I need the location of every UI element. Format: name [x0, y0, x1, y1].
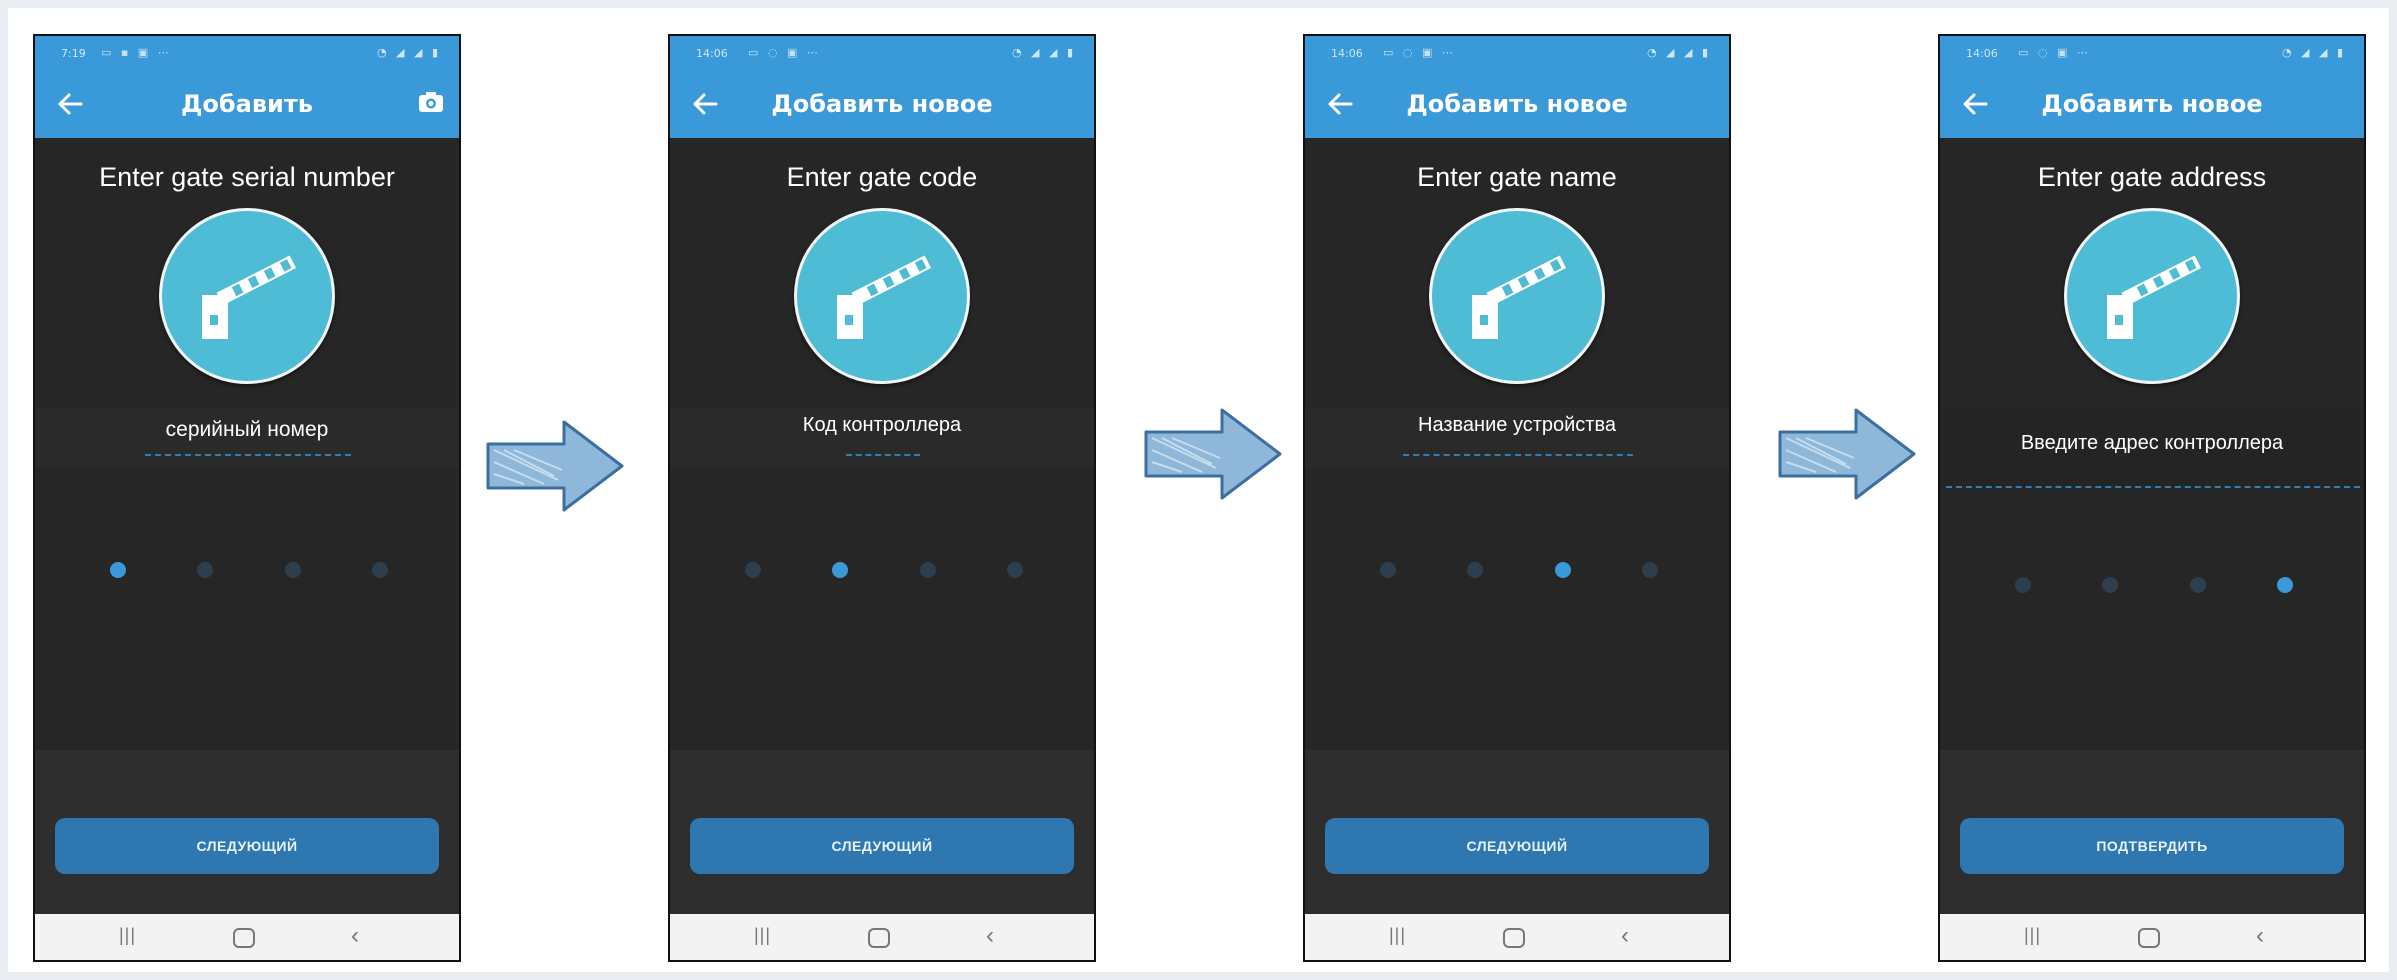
nav-back-icon[interactable]: ‹ — [986, 922, 994, 950]
next-button[interactable]: СЛЕДУЮЩИЙ — [690, 818, 1074, 874]
signal-battery-icons: ◔ ◢ ◢ ▮ — [376, 46, 441, 59]
step-dot-1 — [2015, 577, 2031, 593]
home-icon[interactable] — [233, 928, 255, 948]
step-dot-3 — [920, 562, 936, 578]
input-underline — [846, 454, 920, 456]
page-title: Добавить — [181, 90, 313, 118]
input-underline — [1403, 454, 1633, 456]
nav-back-icon[interactable]: ‹ — [1621, 922, 1629, 950]
status-time: 14:06 — [696, 47, 728, 60]
status-bar: 7:19 ▭ ▪ ▣ ⋯ ◔ ◢ ◢ ▮ — [35, 36, 459, 70]
home-icon[interactable] — [868, 928, 890, 948]
step-indicator — [1940, 577, 2364, 597]
home-icon[interactable] — [1503, 928, 1525, 948]
step-indicator — [1305, 562, 1729, 582]
step-dot-3 — [1555, 562, 1571, 578]
app-bar: Добавить — [35, 70, 459, 138]
signal-battery-icons: ◔ ◢ ◢ ▮ — [2281, 46, 2346, 59]
status-bar: 14:06 ▭ ◌ ▣ ⋯ ◔ ◢ ◢ ▮ — [670, 36, 1094, 70]
controller-address-input[interactable]: Введите адрес контроллера — [1940, 432, 2364, 455]
app-bar: Добавить новое — [670, 70, 1094, 138]
step-dot-1 — [110, 562, 126, 578]
step-indicator — [35, 562, 459, 582]
right-arrow-icon — [1144, 408, 1282, 500]
input-underline — [145, 454, 351, 456]
status-time: 14:06 — [1331, 47, 1363, 60]
next-button[interactable]: СЛЕДУЮЩИЙ — [55, 818, 439, 874]
home-icon[interactable] — [2138, 928, 2160, 948]
system-nav-bar: ||| ‹ — [1305, 914, 1729, 960]
signal-battery-icons: ◔ ◢ ◢ ▮ — [1646, 46, 1711, 59]
step-dot-2 — [832, 562, 848, 578]
step-dot-3 — [285, 562, 301, 578]
camera-icon[interactable] — [417, 90, 445, 114]
step-dot-3 — [2190, 577, 2206, 593]
app-bar: Добавить новое — [1940, 70, 2364, 138]
page-title: Добавить новое — [2041, 90, 2263, 118]
step-dot-4 — [372, 562, 388, 578]
step-dot-4 — [2277, 577, 2293, 593]
barrier-gate-icon — [1429, 208, 1605, 384]
page-title: Добавить новое — [1406, 90, 1628, 118]
step-dot-2 — [197, 562, 213, 578]
recent-apps-icon[interactable]: ||| — [754, 925, 771, 946]
notification-icons: ▭ ◌ ▣ ⋯ — [1383, 46, 1456, 59]
controller-code-input[interactable]: Код контроллера — [670, 414, 1094, 437]
status-time: 7:19 — [61, 47, 86, 60]
recent-apps-icon[interactable]: ||| — [2024, 925, 2041, 946]
next-button[interactable]: СЛЕДУЮЩИЙ — [1325, 818, 1709, 874]
recent-apps-icon[interactable]: ||| — [119, 925, 136, 946]
system-nav-bar: ||| ‹ — [1940, 914, 2364, 960]
serial-number-input[interactable]: серийный номер — [35, 418, 459, 442]
phone-screen-2: 14:06 ▭ ◌ ▣ ⋯ ◔ ◢ ◢ ▮ Добавить новое Ent… — [668, 34, 1096, 962]
confirm-button[interactable]: ПОДТВЕРДИТЬ — [1960, 818, 2344, 874]
app-bar: Добавить новое — [1305, 70, 1729, 138]
phone-screen-3: 14:06 ▭ ◌ ▣ ⋯ ◔ ◢ ◢ ▮ Добавить новое Ent… — [1303, 34, 1731, 962]
phone-screen-1: 7:19 ▭ ▪ ▣ ⋯ ◔ ◢ ◢ ▮ Добавить Enter gate… — [33, 34, 461, 962]
status-bar: 14:06 ▭ ◌ ▣ ⋯ ◔ ◢ ◢ ▮ — [1940, 36, 2364, 70]
right-arrow-icon — [1778, 408, 1916, 500]
right-arrow-icon — [486, 420, 624, 512]
barrier-gate-icon — [2064, 208, 2240, 384]
step-dot-2 — [2102, 577, 2118, 593]
step-indicator — [670, 562, 1094, 582]
notification-icons: ▭ ▪ ▣ ⋯ — [101, 46, 172, 59]
system-nav-bar: ||| ‹ — [670, 914, 1094, 960]
step-title: Enter gate serial number — [99, 162, 395, 192]
input-underline — [1946, 486, 2360, 488]
barrier-gate-icon — [159, 208, 335, 384]
step-title: Enter gate address — [2037, 162, 2267, 192]
system-nav-bar: ||| ‹ — [35, 914, 459, 960]
notification-icons: ▭ ◌ ▣ ⋯ — [748, 46, 821, 59]
status-time: 14:06 — [1966, 47, 1998, 60]
device-name-input[interactable]: Название устройства — [1305, 414, 1729, 437]
signal-battery-icons: ◔ ◢ ◢ ▮ — [1011, 46, 1076, 59]
notification-icons: ▭ ◌ ▣ ⋯ — [2018, 46, 2091, 59]
step-title: Enter gate code — [786, 162, 978, 192]
step-dot-1 — [745, 562, 761, 578]
recent-apps-icon[interactable]: ||| — [1389, 925, 1406, 946]
page-title: Добавить новое — [771, 90, 993, 118]
step-dot-1 — [1380, 562, 1396, 578]
barrier-gate-icon — [794, 208, 970, 384]
nav-back-icon[interactable]: ‹ — [2256, 922, 2264, 950]
step-title: Enter gate name — [1417, 162, 1617, 192]
step-dot-4 — [1642, 562, 1658, 578]
step-dot-4 — [1007, 562, 1023, 578]
status-bar: 14:06 ▭ ◌ ▣ ⋯ ◔ ◢ ◢ ▮ — [1305, 36, 1729, 70]
step-dot-2 — [1467, 562, 1483, 578]
nav-back-icon[interactable]: ‹ — [351, 922, 359, 950]
phone-screen-4: 14:06 ▭ ◌ ▣ ⋯ ◔ ◢ ◢ ▮ Добавить новое Ent… — [1938, 34, 2366, 962]
